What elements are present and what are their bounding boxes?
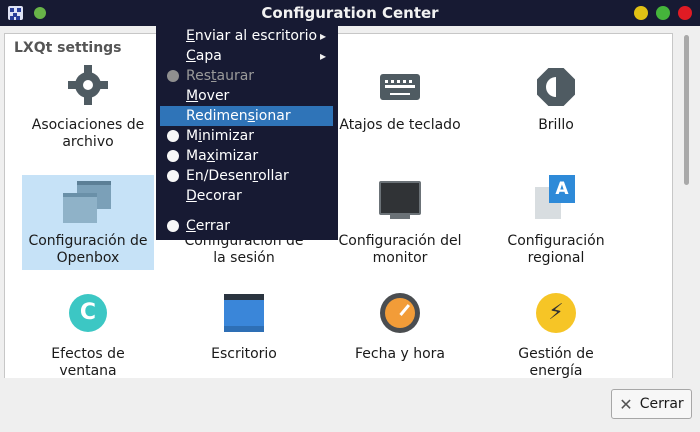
- item-regional[interactable]: Configuración regional: [490, 175, 622, 269]
- radio-icon: [167, 220, 179, 232]
- item-file-associations[interactable]: Asociaciones de archivo: [22, 65, 154, 156]
- menu-label: nviar al escritorio: [194, 28, 318, 44]
- keyboard-icon: [380, 74, 420, 100]
- item-desktop[interactable]: Escritorio: [178, 294, 310, 364]
- window-context-menu: Enviar al escritorio ▸ Capa ▸ Restaurar …: [156, 26, 338, 240]
- menu-item-decorate[interactable]: Decorar: [160, 186, 333, 206]
- menu-item-restore: Restaurar: [160, 66, 333, 86]
- menu-label: M: [186, 128, 199, 144]
- menu-label: nimizar: [201, 128, 254, 144]
- item-brightness[interactable]: Brillo: [490, 68, 622, 148]
- menu-label: Ma: [186, 148, 207, 164]
- vertical-scrollbar[interactable]: [680, 33, 694, 378]
- effects-icon: [69, 294, 107, 332]
- item-label: Configuración del monitor: [338, 233, 462, 266]
- item-label: Efectos de ventana: [51, 346, 125, 379]
- menu-item-move[interactable]: Mover: [160, 86, 333, 106]
- radio-icon: [167, 70, 179, 82]
- item-label: Brillo: [538, 117, 574, 133]
- menu-label: ionar: [254, 108, 291, 124]
- window-title: Configuration Center: [261, 4, 439, 22]
- item-label: Atajos de teclado: [339, 117, 461, 133]
- mnemonic: C: [186, 218, 196, 234]
- menu-label: Redimen: [186, 108, 248, 124]
- clock-icon: [380, 293, 420, 333]
- settings-panel: LXQt settings Asociaciones de archivo At…: [4, 33, 673, 380]
- mnemonic: D: [186, 188, 197, 204]
- mnemonic: M: [186, 88, 199, 104]
- item-window-effects[interactable]: Efectos de ventana: [22, 294, 154, 379]
- close-window-button[interactable]: [678, 6, 692, 20]
- item-label: Configuración regional: [507, 233, 605, 266]
- submenu-arrow-icon: ▸: [320, 29, 327, 43]
- mnemonic: C: [186, 48, 196, 64]
- menu-item-close[interactable]: Cerrar: [160, 216, 333, 236]
- menu-label: ollar: [258, 168, 289, 184]
- minimize-button[interactable]: [634, 6, 648, 20]
- item-label: Gestión de energía: [518, 346, 594, 379]
- submenu-arrow-icon: ▸: [320, 49, 327, 63]
- brightness-icon: [537, 68, 575, 106]
- windows-icon: [63, 181, 113, 223]
- scrollbar-thumb[interactable]: [684, 35, 689, 185]
- close-button[interactable]: ✕ Cerrar: [611, 389, 692, 419]
- item-label: Asociaciones de archivo: [31, 117, 145, 150]
- radio-icon: [167, 130, 179, 142]
- menu-label: Res: [186, 68, 212, 84]
- menu-item-minimize[interactable]: Minimizar: [160, 126, 333, 146]
- menu-label: En/Desen: [186, 168, 253, 184]
- menu-item-layer[interactable]: Capa ▸: [160, 46, 333, 66]
- locale-icon: [535, 175, 577, 219]
- radio-icon: [167, 150, 179, 162]
- menu-label: imizar: [214, 148, 259, 164]
- menu-label: ecorar: [196, 188, 242, 204]
- item-date-time[interactable]: Fecha y hora: [334, 293, 466, 364]
- item-keyboard-shortcuts[interactable]: Atajos de teclado: [334, 74, 466, 149]
- menu-item-shade[interactable]: En/Desenrollar: [160, 166, 333, 186]
- item-label: Configuración de Openbox: [28, 233, 148, 266]
- power-icon: [536, 293, 576, 333]
- menu-label: errar: [195, 218, 230, 234]
- group-title: LXQt settings: [14, 40, 122, 56]
- mnemonic: s: [247, 108, 255, 124]
- gear-icon: [68, 65, 108, 105]
- item-power-management[interactable]: Gestión de energía: [490, 293, 622, 379]
- menu-item-resize[interactable]: Redimensionar: [160, 106, 333, 126]
- close-button-label: Cerrar: [639, 396, 684, 412]
- item-monitor[interactable]: Configuración del monitor: [334, 181, 466, 269]
- menu-label: over: [198, 88, 230, 104]
- item-openbox[interactable]: Configuración de Openbox: [22, 175, 154, 270]
- item-label: Escritorio: [211, 346, 277, 362]
- radio-icon: [167, 170, 179, 182]
- maximize-button[interactable]: [656, 6, 670, 20]
- item-label: Fecha y hora: [354, 346, 445, 362]
- mnemonic: E: [186, 28, 195, 44]
- menu-label: aurar: [216, 68, 255, 84]
- menu-label: apa: [195, 48, 222, 64]
- monitor-icon: [379, 181, 421, 219]
- title-bar: Configuration Center: [0, 0, 700, 26]
- desktop-icon: [224, 294, 264, 332]
- close-icon: ✕: [619, 394, 633, 414]
- menu-item-send-to-desktop[interactable]: Enviar al escritorio ▸: [160, 26, 333, 46]
- menu-item-maximize[interactable]: Maximizar: [160, 146, 333, 166]
- mnemonic: x: [206, 148, 215, 164]
- button-bar: ✕ Cerrar: [0, 378, 700, 432]
